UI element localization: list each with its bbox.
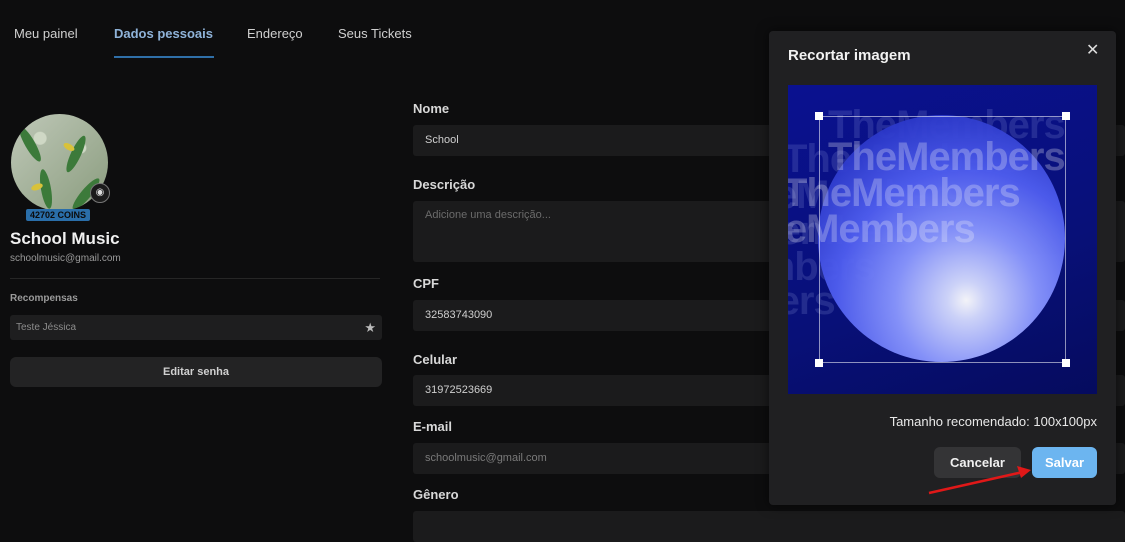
user-email: schoolmusic@gmail.com — [10, 253, 121, 264]
cpf-label: CPF — [413, 276, 439, 291]
phone-label: Celular — [413, 352, 458, 367]
modal-title: Recortar imagem — [788, 47, 911, 64]
tab-seus-tickets[interactable]: Seus Tickets — [338, 26, 412, 41]
save-button[interactable]: Salvar — [1032, 447, 1097, 478]
avatar-leaf — [37, 168, 55, 210]
crop-handle-bottom-left[interactable] — [815, 359, 823, 367]
crop-area[interactable]: TheMembers TheMembers TheMembers TheMemb… — [788, 85, 1097, 394]
star-icon: ★ — [364, 320, 376, 335]
profile-tabs: Meu painel Dados pessoais Endereço Seus … — [0, 0, 760, 60]
crop-handle-top-left[interactable] — [815, 112, 823, 120]
gender-select[interactable] — [413, 511, 1125, 542]
coins-badge: 42702 COINS — [26, 209, 91, 221]
gender-label: Gênero — [413, 487, 459, 502]
user-name: School Music — [10, 229, 120, 248]
active-tab-indicator — [114, 56, 214, 58]
crop-handle-bottom-right[interactable] — [1062, 359, 1070, 367]
crop-handle-top-right[interactable] — [1062, 112, 1070, 120]
crop-image-modal: Recortar imagem ✕ TheMembers TheMembers … — [769, 31, 1116, 505]
name-label: Nome — [413, 101, 450, 116]
tab-meu-painel[interactable]: Meu painel — [14, 26, 78, 41]
close-icon[interactable]: ✕ — [1086, 40, 1099, 60]
crop-selection-box[interactable] — [819, 116, 1066, 363]
annotation-arrow-icon — [928, 466, 1031, 495]
reward-item-label: Teste Jéssica — [16, 322, 77, 333]
tab-endereco[interactable]: Endereço — [247, 26, 303, 41]
recommended-size-text: Tamanho recomendado: 100x100px — [889, 414, 1097, 429]
camera-icon[interactable]: ◉ — [90, 183, 110, 203]
avatar-leaf — [63, 133, 89, 175]
avatar-leaf — [15, 124, 45, 164]
rewards-label: Recompensas — [10, 293, 78, 304]
sidebar-divider — [10, 278, 380, 279]
description-label: Descrição — [413, 177, 476, 192]
edit-password-button[interactable]: Editar senha — [10, 357, 382, 387]
reward-item[interactable]: Teste Jéssica ★ — [10, 315, 382, 340]
email-label: E-mail — [413, 419, 453, 434]
tab-dados-pessoais[interactable]: Dados pessoais — [114, 26, 213, 41]
